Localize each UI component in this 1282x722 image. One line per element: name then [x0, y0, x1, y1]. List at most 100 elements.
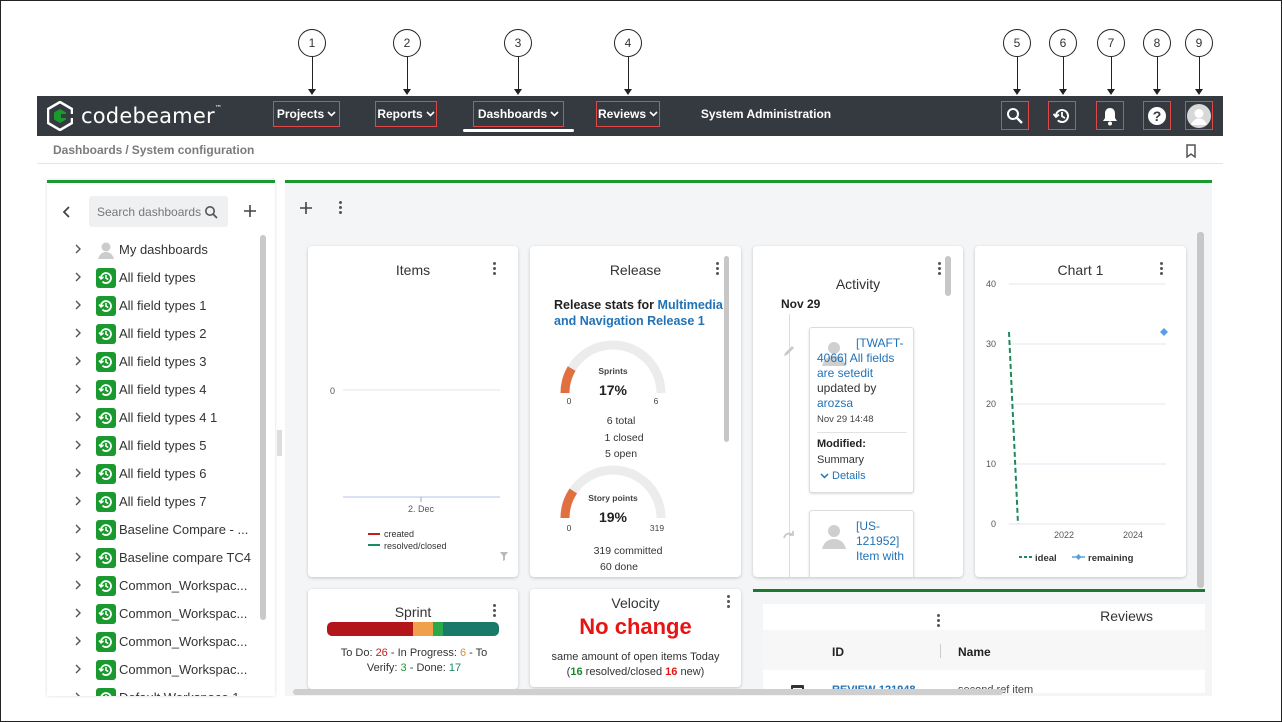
nav-reports[interactable]: Reports: [375, 101, 437, 127]
nav-reviews[interactable]: Reviews: [596, 101, 660, 127]
tree-item[interactable]: All field types 6: [47, 460, 275, 488]
tree-item[interactable]: All field types 7: [47, 488, 275, 516]
panel-resize-handle[interactable]: [277, 430, 282, 456]
breadcrumb-separator: /: [125, 143, 129, 157]
search-dashboards-input[interactable]: Search dashboards: [89, 196, 228, 227]
notifications-button[interactable]: [1096, 101, 1124, 130]
activity-user-link[interactable]: arozsa: [817, 396, 853, 410]
chart1-series-ideal: [1008, 331, 1019, 525]
tree-item-label: All field types 3: [119, 354, 207, 369]
widget-menu-icon[interactable]: [725, 595, 731, 609]
chevron-right-icon[interactable]: [74, 411, 82, 423]
activity-item-link[interactable]: [US-121952] Item with: [856, 519, 910, 564]
breadcrumb-root[interactable]: Dashboards: [53, 143, 122, 157]
help-button[interactable]: ?: [1143, 101, 1171, 130]
activity-scrollbar[interactable]: [945, 256, 951, 296]
tree-item[interactable]: All field types 5: [47, 432, 275, 460]
tree-item[interactable]: All field types 1: [47, 292, 275, 320]
dashboard-vertical-scrollbar[interactable]: [1197, 232, 1204, 588]
callout-pointer: [514, 57, 522, 95]
details-label: Details: [832, 470, 866, 482]
tree-item[interactable]: Common_Workspac...: [47, 572, 275, 600]
chevron-right-icon[interactable]: [74, 495, 82, 507]
todo-label: To Do:: [340, 647, 373, 659]
widget-menu-icon[interactable]: [491, 604, 497, 618]
brand-logo[interactable]: codebeamer™: [47, 100, 222, 132]
search-button[interactable]: [1001, 101, 1029, 130]
column-id[interactable]: ID: [832, 645, 844, 659]
tree-scrollbar[interactable]: [260, 235, 266, 620]
sprints-total: 6 total: [607, 415, 636, 427]
tree-item[interactable]: All field types 3: [47, 348, 275, 376]
tree-item[interactable]: Common_Workspac...: [47, 656, 275, 684]
callout-3: 3: [504, 29, 532, 57]
tree-item-label: Common_Workspac...: [119, 634, 248, 649]
chevron-right-icon[interactable]: [74, 467, 82, 479]
sprints-gauge-min: 0: [567, 396, 572, 406]
filter-icon[interactable]: [500, 552, 508, 561]
chevron-down-icon: [649, 111, 658, 117]
activity-entry-text: [TWAFT-4066] All fields are setedit upda…: [817, 336, 910, 411]
nav-system-administration[interactable]: System Administration: [697, 101, 835, 127]
sprint-inprogress-segment: [413, 622, 433, 636]
tree-item[interactable]: All field types 4 1: [47, 404, 275, 432]
widget-menu-icon[interactable]: [936, 262, 942, 276]
activity-item-link[interactable]: [TWAFT-4066] All fields are setedit: [817, 336, 904, 380]
add-widget-icon[interactable]: [299, 201, 313, 215]
story-gauge-label: Story points: [588, 493, 638, 503]
tree-item[interactable]: All field types 4: [47, 376, 275, 404]
callout-pointer: [308, 57, 316, 95]
chevron-right-icon[interactable]: [74, 327, 82, 339]
dashboard-horizontal-scrollbar[interactable]: [293, 689, 1003, 695]
user-avatar-button[interactable]: [1185, 101, 1213, 130]
tree-item[interactable]: Common_Workspac...: [47, 600, 275, 628]
column-name[interactable]: Name: [958, 645, 991, 659]
done-count: 17: [448, 662, 462, 674]
bookmark-icon[interactable]: [1185, 144, 1197, 158]
chevron-right-icon[interactable]: [74, 299, 82, 311]
tree-item[interactable]: All field types 2: [47, 320, 275, 348]
chevron-right-icon[interactable]: [74, 523, 82, 535]
dashboard-icon: [96, 548, 116, 568]
svg-text:?: ?: [1153, 108, 1162, 124]
tree-item[interactable]: Baseline compare TC4: [47, 544, 275, 572]
details-toggle[interactable]: Details: [820, 470, 866, 482]
chevron-right-icon[interactable]: [74, 579, 82, 591]
tree-item[interactable]: Common_Workspac...: [47, 628, 275, 656]
dashboard-menu-icon[interactable]: [337, 201, 343, 215]
chevron-right-icon[interactable]: [74, 271, 82, 283]
widget-menu-icon[interactable]: [935, 614, 941, 628]
chevron-right-icon[interactable]: [74, 383, 82, 395]
chevron-right-icon[interactable]: [74, 551, 82, 563]
tree-item[interactable]: Default Workspace 1: [47, 684, 275, 696]
chevron-right-icon[interactable]: [74, 243, 82, 255]
activity-by: by: [863, 381, 877, 395]
tree-item[interactable]: My dashboards: [47, 236, 275, 264]
history-button[interactable]: [1048, 101, 1076, 130]
legend-resolved-label: resolved/closed: [384, 541, 447, 551]
tree-item-label: Common_Workspac...: [119, 578, 248, 593]
chevron-right-icon[interactable]: [74, 691, 82, 696]
chevron-right-icon[interactable]: [74, 355, 82, 367]
pencil-icon: [784, 346, 794, 356]
chevron-right-icon[interactable]: [74, 635, 82, 647]
chart1-y-tick-label: 30: [986, 339, 996, 349]
collapse-panel-icon[interactable]: [62, 205, 72, 219]
nav-projects[interactable]: Projects: [273, 101, 340, 127]
add-dashboard-icon[interactable]: [243, 204, 257, 218]
chevron-right-icon[interactable]: [74, 663, 82, 675]
sprints-gauge-fill: [560, 366, 576, 394]
nav-dashboards-label: Dashboards: [477, 107, 548, 121]
tree-item[interactable]: Baseline Compare - ...: [47, 516, 275, 544]
sprints-open: 5 open: [605, 448, 637, 460]
reviews-body: Reviews ID Name REVIEW-121948 second ref…: [763, 604, 1205, 693]
chevron-right-icon[interactable]: [74, 439, 82, 451]
widget-menu-icon[interactable]: [714, 262, 720, 276]
tree-item[interactable]: All field types: [47, 264, 275, 292]
done-label: - Done:: [409, 662, 446, 674]
dashboard-icon: [96, 464, 116, 484]
callout-2: 2: [393, 29, 421, 57]
nav-dashboards[interactable]: Dashboards: [473, 101, 564, 127]
chevron-right-icon[interactable]: [74, 607, 82, 619]
brand-name: codebeamer™: [81, 104, 222, 128]
